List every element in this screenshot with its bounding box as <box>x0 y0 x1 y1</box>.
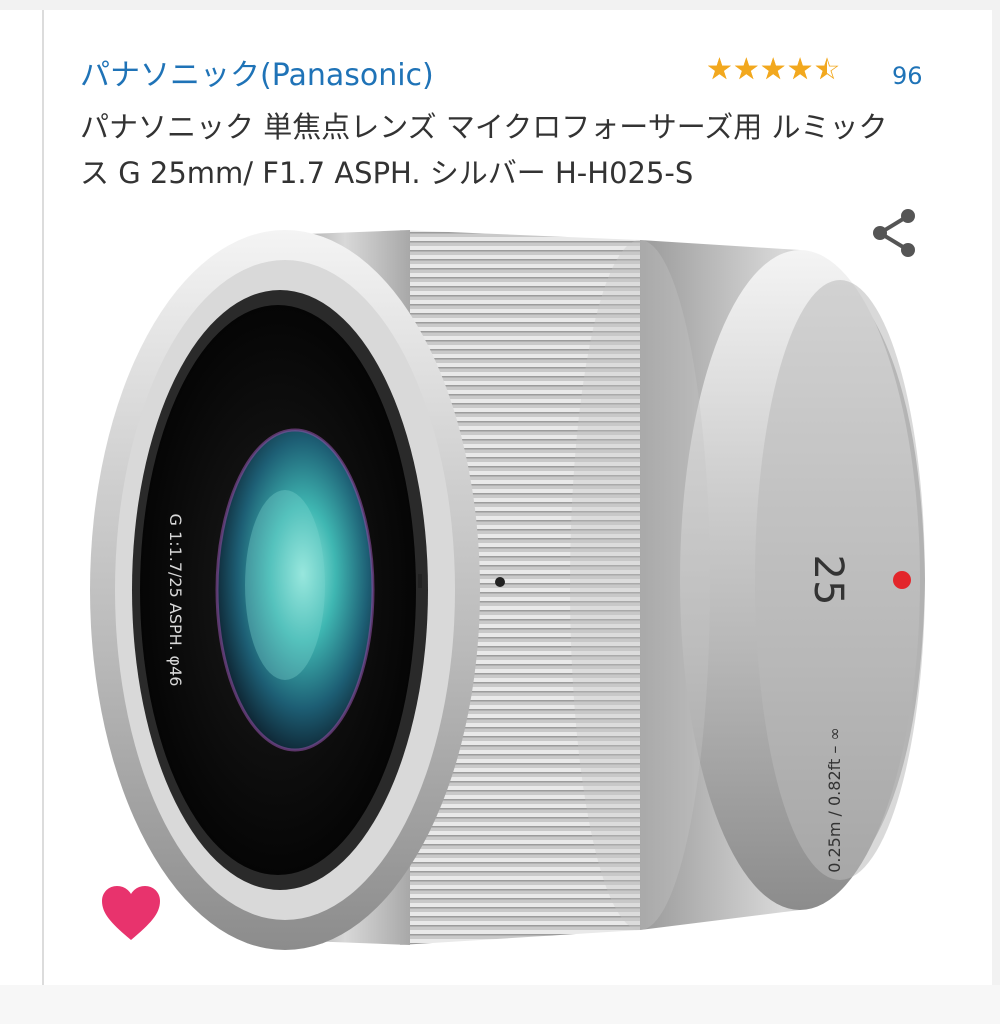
product-page: パナソニック(Panasonic) ☆☆☆☆☆ ★★★★★ 96 パナソニック … <box>0 0 1000 1024</box>
bottom-divider <box>0 985 1000 1024</box>
brand-link[interactable]: パナソニック(Panasonic) <box>80 50 434 94</box>
left-divider <box>42 10 44 985</box>
star-rating[interactable]: ☆☆☆☆☆ ★★★★★ <box>706 52 840 88</box>
focal-length-label: 25 <box>805 555 851 606</box>
review-count-link[interactable]: 96 <box>892 62 923 90</box>
stars-icon: ☆☆☆☆☆ ★★★★★ <box>706 52 841 87</box>
product-title: パナソニック 単焦点レンズ マイクロフォーサーズ用 ルミックス G 25mm/ … <box>80 110 888 190</box>
right-divider <box>992 10 1000 985</box>
heart-icon[interactable] <box>100 884 162 942</box>
top-divider <box>0 0 1000 10</box>
product-image: G 1:1.7/25 ASPH. φ46 25 0.25m / 0.82ft –… <box>90 230 925 950</box>
distance-scale-label: 0.25m / 0.82ft – ∞ <box>825 727 844 873</box>
lens-front-marking: G 1:1.7/25 ASPH. φ46 <box>166 514 185 687</box>
